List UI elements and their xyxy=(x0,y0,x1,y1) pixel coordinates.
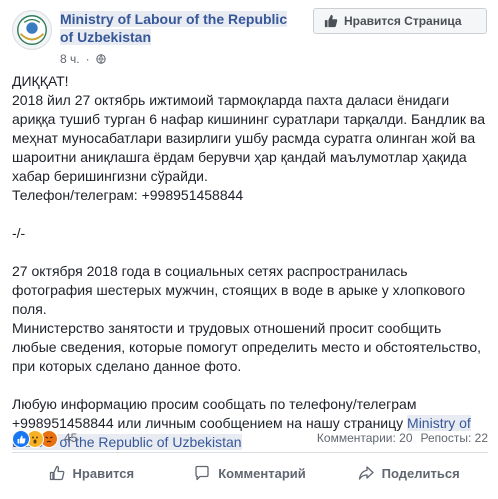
text-line: 27 октября 2018 года в социальных сетях … xyxy=(12,263,408,279)
like-button[interactable]: Нравится xyxy=(12,457,171,489)
thumbs-up-outline-icon xyxy=(49,465,64,481)
text-line: ДИҚҚАТ! xyxy=(12,73,69,89)
page-name-link[interactable]: Ministry of Labour of the Republic of Uz… xyxy=(60,10,300,46)
reactions-summary: 45 Комментарии: 20 Репосты: 22 xyxy=(12,428,488,448)
text-line: любые сведения, которые помогут определи… xyxy=(12,339,481,355)
like-label: Нравится xyxy=(72,465,135,481)
share-label: Поделиться xyxy=(381,465,460,481)
text-line: фотография шестерых мужчин, стоящих в во… xyxy=(12,282,466,298)
shares-count-link[interactable]: Репосты: 22 xyxy=(421,431,488,445)
comments-count-link[interactable]: Комментарии: 20 xyxy=(317,431,413,445)
text-line: Любую информацию просим сообщать по теле… xyxy=(12,396,417,412)
globe-icon xyxy=(95,54,106,64)
page-name-line2[interactable]: of Uzbekistan xyxy=(60,29,152,45)
text-line: при которых сделано данное фото. xyxy=(12,358,242,374)
like-reaction-icon xyxy=(12,430,30,448)
thumbs-up-icon xyxy=(324,14,338,28)
share-button[interactable]: Поделиться xyxy=(329,457,488,489)
engagement-counts: Комментарии: 20 Репосты: 22 xyxy=(317,431,488,445)
post-text: ДИҚҚАТ! 2018 йил 27 октябрь ижтимоий тар… xyxy=(12,72,488,452)
text-line: Телефон/телеграм: +998951458844 xyxy=(12,187,244,203)
text-line: 2018 йил 27 октябрь ижтимоий тармоқларда… xyxy=(12,92,450,108)
comment-icon xyxy=(195,465,209,481)
post-header: Ministry of Labour of the Republic of Uz… xyxy=(0,0,498,70)
page-avatar[interactable] xyxy=(12,10,52,50)
separator-block: -/- xyxy=(12,224,488,243)
reaction-count[interactable]: 45 xyxy=(64,431,77,445)
page-name-line1[interactable]: Ministry of Labour of the Republic xyxy=(60,11,288,27)
text-line: поля. xyxy=(12,301,47,317)
post-meta: 8 ч. · xyxy=(60,52,106,66)
post-actions: Нравится Комментарий Поделиться xyxy=(12,456,488,490)
post-time[interactable]: 8 ч. xyxy=(60,52,80,66)
like-page-label: Нравится Страница xyxy=(344,14,462,28)
text-line: меҳнат муносабатлари вазирлиги ушбу расм… xyxy=(12,130,476,146)
share-arrow-icon xyxy=(358,466,374,480)
comment-button[interactable]: Комментарий xyxy=(171,457,330,489)
divider xyxy=(12,452,488,453)
reaction-icons[interactable] xyxy=(12,430,58,448)
text-line: Министерство занятости и трудовых отноше… xyxy=(12,320,442,336)
text-line: ариққа тушиб турган 6 нафар кишининг сур… xyxy=(12,111,485,127)
uzbek-text-block: ДИҚҚАТ! 2018 йил 27 октябрь ижтимоий тар… xyxy=(12,72,488,205)
separator-text: -/- xyxy=(12,225,26,241)
text-line: хабар беришингизни сўрайди. xyxy=(12,168,208,184)
text-line: шароитни аниқлашга ёрдам берувчи ҳар қан… xyxy=(12,149,467,165)
russian-text-block: 27 октября 2018 года в социальных сетях … xyxy=(12,262,488,376)
dot-separator: · xyxy=(85,52,90,66)
comment-label: Комментарий xyxy=(218,465,306,481)
emblem-icon xyxy=(17,15,47,45)
like-page-button[interactable]: Нравится Страница xyxy=(313,8,487,34)
